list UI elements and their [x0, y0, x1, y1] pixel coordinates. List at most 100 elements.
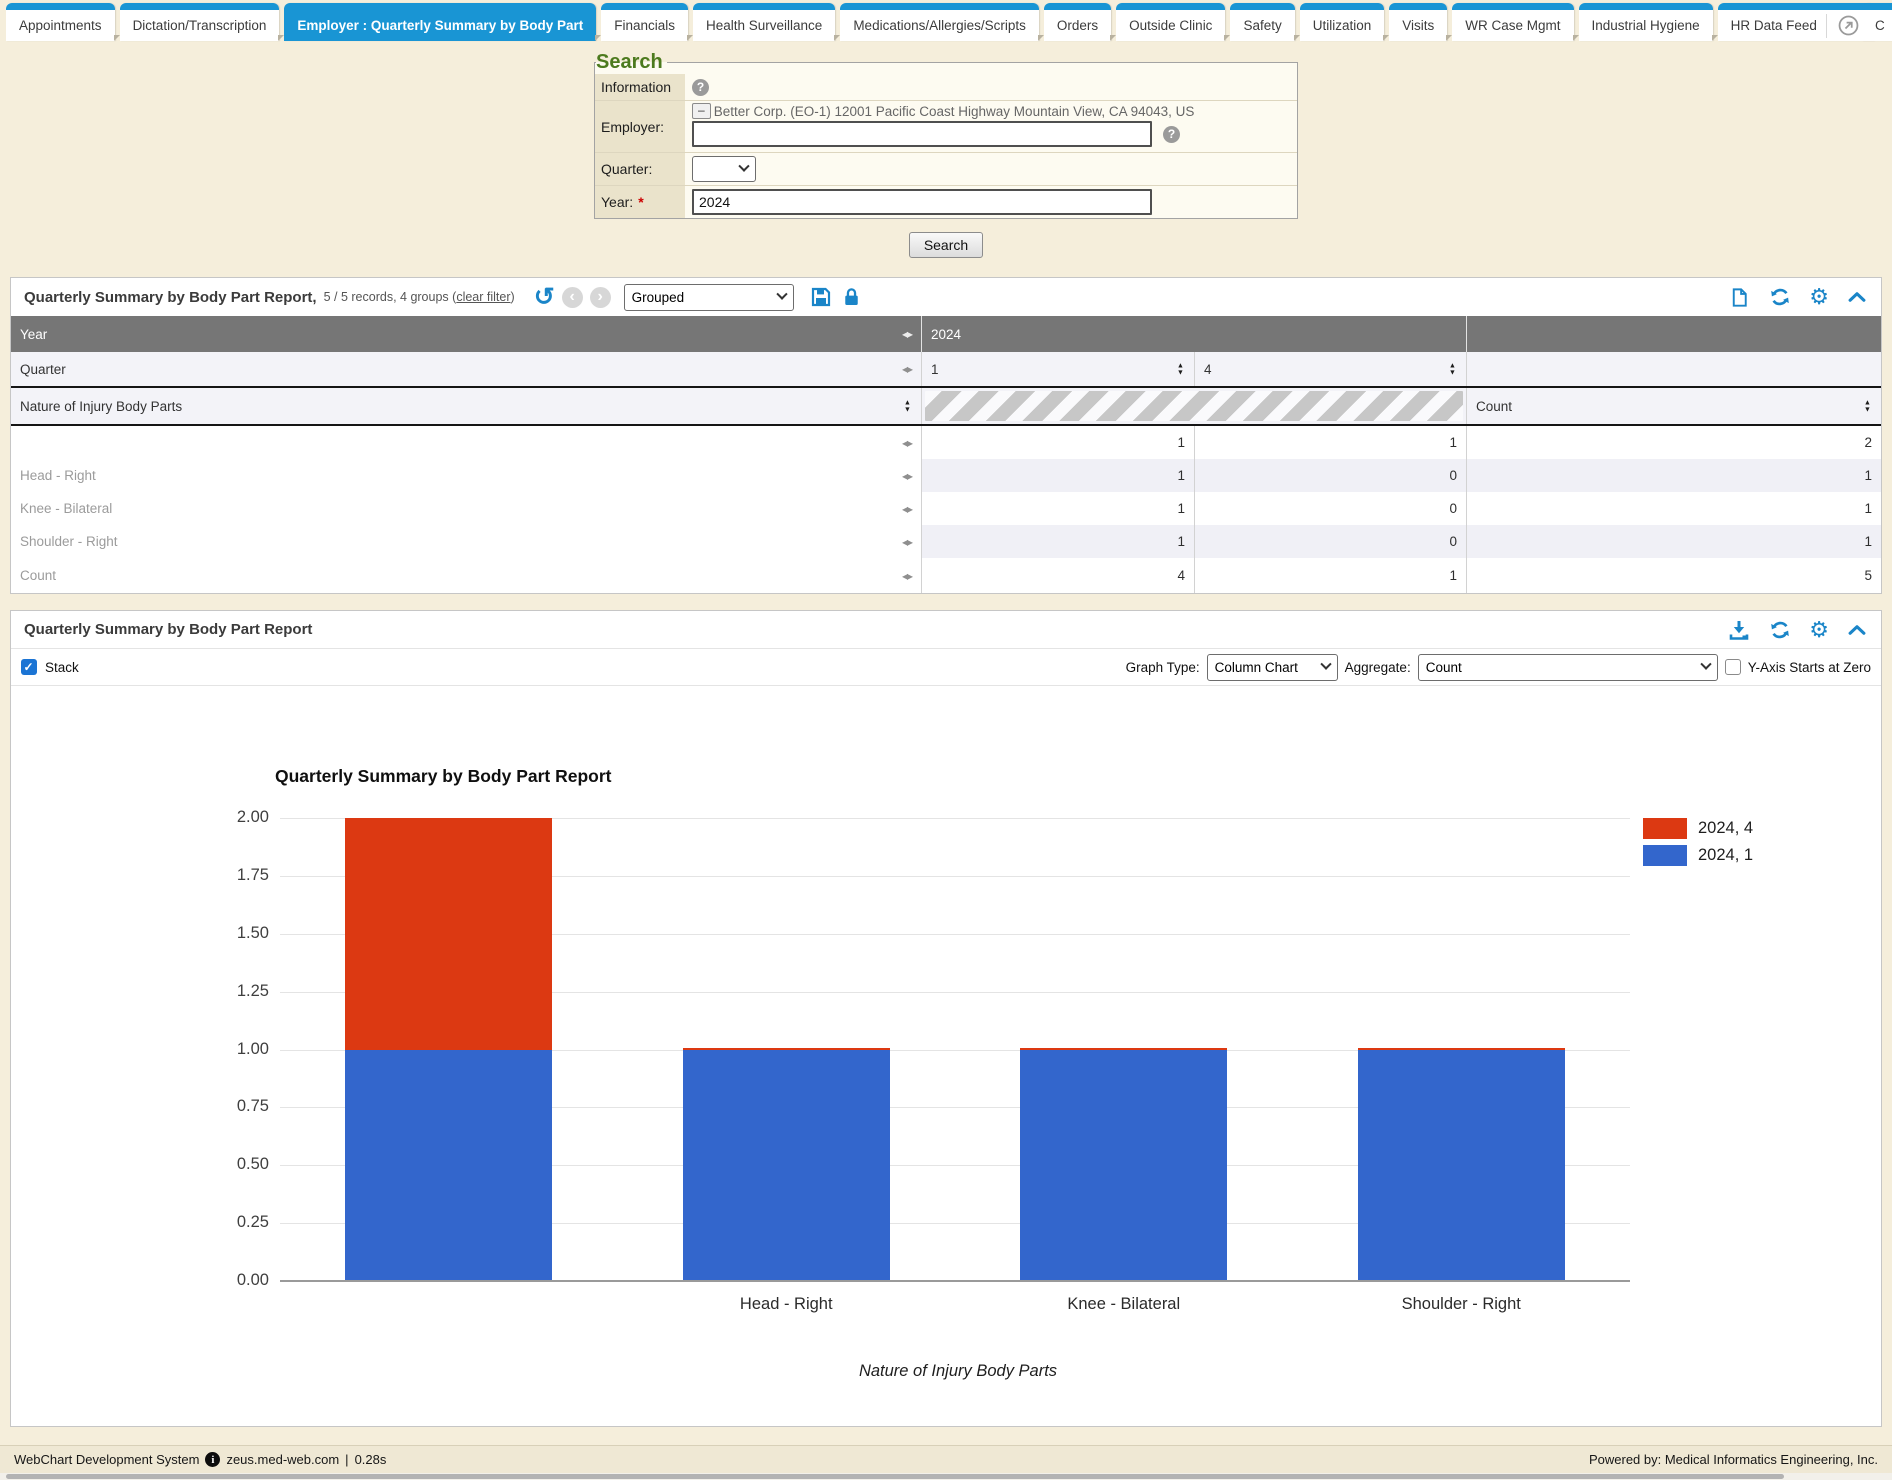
footer-system-name: WebChart Development System — [14, 1452, 199, 1467]
tab-industrial-hygiene[interactable]: Industrial Hygiene — [1579, 3, 1713, 41]
tab-accent-bar — [1718, 3, 1874, 10]
move-columns-icon[interactable] — [902, 569, 912, 583]
refresh-icon[interactable] — [1768, 285, 1792, 309]
count-header-cell: Count — [1466, 388, 1881, 424]
external-link-icon[interactable] — [1836, 13, 1861, 38]
tab-safety[interactable]: Safety — [1230, 3, 1294, 41]
tab-accent-bar — [1452, 3, 1573, 10]
new-document-icon[interactable] — [1728, 286, 1751, 309]
sort-icon[interactable] — [1863, 399, 1872, 413]
table-panel-header: Quarterly Summary by Body Part Report, 5… — [11, 278, 1881, 316]
help-icon[interactable] — [692, 79, 709, 96]
tab-body: Visits — [1389, 10, 1447, 41]
aggregate-select[interactable]: Count — [1418, 654, 1718, 681]
required-marker: * — [638, 194, 643, 210]
tab-label: Visits — [1402, 18, 1434, 33]
collapse-panel-icon[interactable] — [1846, 619, 1868, 641]
tab-label: Dictation/Transcription — [133, 18, 267, 33]
table-row: Head - Right101 — [11, 459, 1881, 492]
tab-accent-bar — [1116, 3, 1225, 10]
yaxis-zero-checkbox[interactable] — [1725, 659, 1741, 675]
sort-icon[interactable] — [1448, 362, 1457, 376]
sort-icon[interactable] — [1176, 362, 1185, 376]
undo-icon[interactable]: ↺ — [534, 285, 555, 310]
table-row: Knee - Bilateral101 — [11, 492, 1881, 525]
save-icon[interactable] — [809, 285, 833, 309]
stack-checkbox[interactable] — [21, 659, 37, 675]
bar-segment[interactable] — [1020, 1050, 1227, 1282]
tab-employer-quarterly-summary-by-body-part[interactable]: Employer : Quarterly Summary by Body Par… — [284, 3, 596, 41]
search-button[interactable]: Search — [909, 232, 983, 258]
next-page-icon[interactable] — [590, 287, 611, 308]
bar-segment[interactable] — [1358, 1050, 1565, 1282]
pivot-table: Year 2024 Quarter 1 4 Nature of Injury B… — [11, 316, 1881, 593]
cell-value: 1 — [1449, 435, 1457, 450]
tab-accent-bar — [1230, 3, 1294, 10]
employer-input[interactable] — [692, 121, 1152, 147]
move-columns-icon[interactable] — [902, 436, 912, 450]
row-label-cell — [11, 426, 921, 459]
tab-dictation-transcription[interactable]: Dictation/Transcription — [120, 3, 280, 41]
tab-medications-allergies-scripts[interactable]: Medications/Allergies/Scripts — [840, 3, 1039, 41]
chevron-down-icon — [776, 289, 787, 300]
bar-segment[interactable] — [345, 1050, 552, 1282]
move-columns-icon[interactable] — [902, 535, 912, 549]
group-mode-select[interactable]: Grouped — [624, 284, 794, 311]
year-value-cell: 2024 — [921, 316, 1466, 352]
year-label: Year:* — [595, 186, 685, 218]
lock-icon[interactable] — [840, 286, 863, 309]
bar-segment[interactable] — [345, 818, 552, 1050]
year-input[interactable] — [692, 189, 1152, 215]
sort-icon[interactable] — [903, 399, 912, 413]
collapse-employer-button[interactable]: – — [692, 103, 711, 119]
legend-item: 2024, 1 — [1643, 844, 1753, 866]
x-axis-label: Shoulder - Right — [1301, 1295, 1621, 1314]
refresh-icon[interactable] — [1768, 618, 1792, 642]
tab-orders[interactable]: Orders — [1044, 3, 1111, 41]
tab-health-surveillance[interactable]: Health Surveillance — [693, 3, 835, 41]
info-icon[interactable] — [205, 1452, 220, 1467]
move-columns-icon[interactable] — [902, 327, 912, 341]
quarter-select[interactable] — [692, 156, 756, 182]
help-icon[interactable] — [1163, 126, 1180, 143]
graph-type-select[interactable]: Column Chart — [1207, 654, 1338, 681]
tab-utilization[interactable]: Utilization — [1300, 3, 1385, 41]
y-tick-label: 1.00 — [121, 1040, 269, 1059]
move-columns-icon[interactable] — [902, 502, 912, 516]
footer-separator: | — [345, 1452, 348, 1467]
tab-appointments[interactable]: Appointments — [6, 3, 115, 41]
tab-body: Safety — [1230, 10, 1294, 41]
tab-wr-case-mgmt[interactable]: WR Case Mgmt — [1452, 3, 1573, 41]
tab-accent-bar — [601, 3, 688, 10]
tab-hr-data-feed[interactable]: HR Data Feed — [1718, 3, 1874, 41]
tab-label: WR Case Mgmt — [1465, 18, 1560, 33]
cell-value: 1 — [1177, 534, 1185, 549]
bar-segment[interactable] — [1020, 1048, 1227, 1050]
search-legend: Search — [596, 51, 667, 74]
tab-c[interactable]: C — [1862, 3, 1892, 41]
clear-filter-link[interactable]: clear filter — [456, 290, 510, 304]
chevron-down-icon — [738, 161, 749, 172]
tab-financials[interactable]: Financials — [601, 3, 688, 41]
tab-accent-bar — [1579, 3, 1713, 10]
x-axis-title: Nature of Injury Body Parts — [755, 1362, 1161, 1381]
bar-segment[interactable] — [683, 1048, 890, 1050]
tab-body: Orders — [1044, 10, 1111, 41]
chevron-down-icon — [1320, 659, 1331, 670]
gear-icon[interactable]: ⚙ — [1809, 286, 1829, 308]
gear-icon[interactable]: ⚙ — [1809, 619, 1829, 641]
move-columns-icon[interactable] — [902, 362, 912, 376]
download-icon[interactable] — [1727, 618, 1751, 642]
tab-accent-bar — [6, 3, 115, 10]
scrollbar-thumb[interactable] — [6, 1474, 1784, 1479]
bar-segment[interactable] — [683, 1050, 890, 1282]
tab-outside-clinic[interactable]: Outside Clinic — [1116, 3, 1225, 41]
cell-value: 2 — [1864, 435, 1872, 450]
tab-visits[interactable]: Visits — [1389, 3, 1447, 41]
bar-segment[interactable] — [1358, 1048, 1565, 1050]
tab-label: Health Surveillance — [706, 18, 822, 33]
collapse-panel-icon[interactable] — [1846, 286, 1868, 308]
tab-accent-bar — [120, 3, 280, 10]
previous-page-icon[interactable] — [562, 287, 583, 308]
move-columns-icon[interactable] — [902, 469, 912, 483]
